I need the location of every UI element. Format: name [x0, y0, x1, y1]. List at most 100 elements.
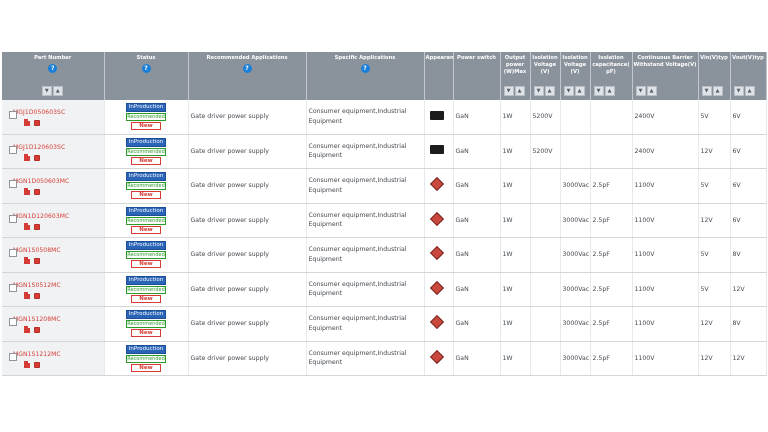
- part-number-cell: MGN1D050603MC: [2, 168, 105, 204]
- isolation-voltage-ac-cell: [560, 100, 591, 135]
- specific-application: Consumer equipment,Industrial Equipment: [308, 349, 407, 367]
- part-number-link[interactable]: MGN1S0512MC: [13, 281, 102, 290]
- status-badge-production: InProduction: [126, 172, 166, 182]
- status-badge-production: InProduction: [126, 206, 166, 216]
- select-checkbox[interactable]: [9, 249, 17, 258]
- pdf-icon[interactable]: [24, 153, 30, 161]
- status-cell: InProduction Recommended New: [104, 134, 189, 169]
- part-number-link[interactable]: MGN1S0508MC: [13, 246, 102, 255]
- 3d-model-icon[interactable]: [34, 154, 40, 161]
- vout-value: 12V: [732, 285, 745, 293]
- sort-ascending-button[interactable]: ▲: [646, 86, 657, 96]
- status-cell: InProduction Recommended New: [104, 341, 189, 376]
- help-icon[interactable]: ?: [48, 64, 58, 74]
- pdf-icon[interactable]: [24, 188, 30, 196]
- sort-descending-button[interactable]: ▼: [41, 86, 52, 96]
- part-number-link[interactable]: MGN1S1212MC: [13, 350, 102, 359]
- select-checkbox[interactable]: [9, 214, 17, 223]
- pdf-icon[interactable]: [24, 119, 30, 127]
- sort-ascending-button[interactable]: ▲: [604, 86, 615, 96]
- sort-controls: ▼ ▲: [533, 86, 556, 96]
- vout-cell: 12V: [730, 341, 767, 376]
- barrier-voltage-value: 1100V: [634, 354, 655, 362]
- power-switch-cell: GaN: [453, 237, 501, 273]
- power-switch-value: GaN: [455, 285, 469, 293]
- 3d-model-icon[interactable]: [34, 258, 40, 265]
- sort-descending-button[interactable]: ▼: [503, 86, 514, 96]
- barrier-voltage-value: 2400V: [634, 147, 655, 155]
- recommended-application-cell: Gate driver power supply: [188, 100, 307, 135]
- isolation-voltage-value: 5200V: [532, 113, 553, 121]
- pdf-icon[interactable]: [24, 222, 30, 230]
- status-cell: InProduction Recommended New: [104, 306, 189, 342]
- help-icon[interactable]: ?: [242, 64, 252, 74]
- pdf-icon[interactable]: [24, 326, 30, 334]
- output-power-value: 1W: [502, 285, 513, 293]
- 3d-model-icon[interactable]: [34, 361, 40, 368]
- appearance-cell: [424, 341, 454, 376]
- vin-value: 12V: [700, 147, 713, 155]
- recommended-application-cell: Gate driver power supply: [188, 168, 307, 204]
- select-checkbox[interactable]: [9, 318, 17, 327]
- select-checkbox[interactable]: [9, 352, 17, 361]
- pdf-icon[interactable]: [24, 257, 30, 265]
- isolation-voltage-cell: [530, 168, 561, 204]
- sort-ascending-button[interactable]: ▲: [712, 86, 723, 96]
- part-number-link[interactable]: MGN1S1208MC: [13, 315, 102, 324]
- sort-descending-button[interactable]: ▼: [593, 86, 604, 96]
- help-icon[interactable]: ?: [141, 64, 151, 74]
- dip-package-icon: [429, 110, 444, 120]
- 3d-model-icon[interactable]: [34, 189, 40, 196]
- status-badge-new: New: [131, 156, 161, 165]
- select-checkbox[interactable]: [9, 180, 17, 189]
- output-power-cell: 1W: [500, 134, 531, 169]
- sort-ascending-button[interactable]: ▲: [544, 86, 555, 96]
- sort-ascending-button[interactable]: ▲: [514, 86, 525, 96]
- sort-descending-button[interactable]: ▼: [733, 86, 744, 96]
- barrier-voltage-value: 1100V: [634, 251, 655, 259]
- vout-cell: 6V: [730, 100, 767, 135]
- output-power-value: 1W: [502, 216, 513, 224]
- sort-descending-button[interactable]: ▼: [563, 86, 574, 96]
- isolation-voltage-ac-value: 3000Vac: [562, 354, 590, 362]
- 3d-model-icon[interactable]: [34, 327, 40, 334]
- table-row: MGN1S1212MC InProduction Recommended New…: [2, 341, 767, 376]
- status-cell: InProduction Recommended New: [104, 203, 189, 238]
- pdf-icon[interactable]: [24, 291, 30, 299]
- status-badge-production: InProduction: [126, 275, 166, 285]
- table-row: MGN1D050603MC InProduction Recommended N…: [2, 168, 767, 204]
- select-checkbox[interactable]: [9, 145, 17, 154]
- part-number-link[interactable]: MGJ1D050603SC: [13, 108, 102, 117]
- 3d-model-icon[interactable]: [34, 223, 40, 230]
- table-row: MGJ1D050603SC InProduction Recommended N…: [2, 100, 767, 135]
- sort-ascending-button[interactable]: ▲: [52, 86, 63, 96]
- barrier-voltage-cell: 1100V: [632, 272, 699, 307]
- isolation-voltage-ac-value: 3000Vac: [562, 216, 590, 224]
- output-power-cell: 1W: [500, 100, 531, 135]
- column-header: Vin(V)typ ▼ ▲: [698, 52, 731, 100]
- pdf-icon[interactable]: [24, 360, 30, 368]
- part-number-link[interactable]: MGN1D120603MC: [13, 212, 102, 221]
- status-badge-recommended: Recommended: [126, 354, 166, 363]
- sort-ascending-button[interactable]: ▲: [574, 86, 585, 96]
- part-number-link[interactable]: MGN1D050603MC: [13, 177, 102, 186]
- select-checkbox[interactable]: [9, 283, 17, 292]
- barrier-voltage-cell: 1100V: [632, 306, 699, 342]
- isolation-voltage-cell: 5200V: [530, 100, 561, 135]
- column-header: Status?: [104, 52, 189, 100]
- sort-descending-button[interactable]: ▼: [701, 86, 712, 96]
- 3d-model-icon[interactable]: [34, 120, 40, 127]
- sort-descending-button[interactable]: ▼: [635, 86, 646, 96]
- part-number-link[interactable]: MGJ1D120603SC: [13, 143, 102, 152]
- status-cell: InProduction Recommended New: [104, 237, 189, 273]
- power-switch-value: GaN: [455, 354, 469, 362]
- help-icon[interactable]: ?: [360, 64, 370, 74]
- 3d-model-icon[interactable]: [34, 292, 40, 299]
- vin-cell: 5V: [698, 168, 731, 204]
- sort-descending-button[interactable]: ▼: [533, 86, 544, 96]
- select-checkbox[interactable]: [9, 111, 17, 120]
- sort-ascending-button[interactable]: ▲: [744, 86, 755, 96]
- barrier-voltage-cell: 1100V: [632, 341, 699, 376]
- barrier-voltage-cell: 1100V: [632, 237, 699, 273]
- isolation-voltage-value: 5200V: [532, 147, 553, 155]
